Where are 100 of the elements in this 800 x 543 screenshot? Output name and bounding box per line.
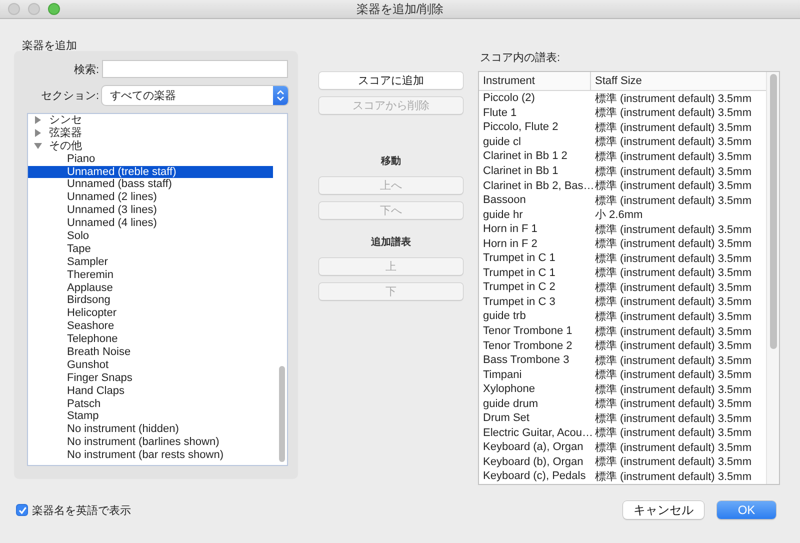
table-cell-text: Horn in F 2 [482,236,538,252]
instrument-item[interactable]: Finger Snaps [28,372,287,385]
table-cell-text: 標準 (instrument default) 3.5mm [594,92,752,106]
table-cell-text: 標準 (instrument default) 3.5mm [594,368,752,382]
table-cell-text: Keyboard (b), Organ [482,454,584,470]
expanded-triangle-icon[interactable] [34,142,42,150]
instrument-item[interactable]: Solo [28,230,287,243]
instrument-item[interactable]: Unnamed (treble staff) [28,166,273,178]
collapsed-triangle-icon[interactable] [34,116,42,124]
table-cell-text: 標準 (instrument default) 3.5mm [594,280,752,295]
table-cell-text: 標準 (instrument default) 3.5mm [594,150,752,164]
table-cell-text: 標準 (instrument default) 3.5mm [594,164,752,178]
stepper-icon[interactable] [273,86,288,104]
close-icon[interactable] [8,3,20,15]
instrument-item[interactable]: Unnamed (4 lines) [28,217,287,230]
table-cell-text: Keyboard (c), Pedals [482,469,587,484]
category-item[interactable]: 弦楽器 [28,126,287,140]
table-cell-text: 標準 (instrument default) 3.5mm [594,266,752,280]
table-cell-text: 標準 (instrument default) 3.5mm [594,354,752,368]
table-cell-text: 標準 (instrument default) 3.5mm [594,426,752,440]
instrument-item[interactable]: No instrument (hidden) [28,423,287,436]
action-button[interactable]: スコアに追加 [319,72,463,89]
table-cell-text: 標準 (instrument default) 3.5mm [594,324,752,338]
table-cell-text: Xylophone [482,382,536,396]
scrollbar-thumb[interactable] [770,74,777,349]
search-field[interactable] [102,60,288,78]
table-cell-text: Drum Set [482,411,530,426]
table-cell-text: Keyboard (a), Organ [482,440,584,455]
instrument-item[interactable]: Gunshot [28,358,287,372]
table-cell-text: 標準 (instrument default) 3.5mm [594,412,752,426]
table-cell-text: Piccolo (2) [482,91,536,106]
table-cell-text: Tenor Trombone 1 [482,324,574,338]
instrument-item[interactable]: Birdsong [28,294,287,308]
table-cell-text: 標準 (instrument default) 3.5mm [594,237,752,252]
instrument-item[interactable]: Theremin [28,268,287,282]
section-label: セクション: [40,88,100,102]
table-cell-text: Trumpet in C 3 [482,294,556,310]
instrument-item[interactable]: Sampler [28,256,287,269]
table-cell-text: Bassoon [482,193,527,208]
category-item[interactable]: シンセ [28,114,287,127]
instrument-item[interactable]: Piano [28,152,287,166]
instrument-item[interactable]: Telephone [28,333,287,346]
column-header[interactable]: Staff Size [591,72,767,90]
instrument-item[interactable]: No instrument (barlines shown) [28,436,287,450]
english-names-checkbox[interactable] [16,504,28,516]
table-cell-text: 小 2.6mm [594,208,644,222]
instrument-item[interactable]: Unnamed (2 lines) [28,191,287,204]
section-heading: 楽器を追加 [22,39,78,51]
instrument-item[interactable]: Tape [28,242,287,256]
table-cell-text: 標準 (instrument default) 3.5mm [594,222,752,236]
table-cell-text: Electric Guitar, Acou… [482,426,591,440]
window-title: 楽器を追加/削除 [356,2,444,16]
table-cell-text: 標準 (instrument default) 3.5mm [594,397,752,412]
instrument-item[interactable]: Hand Claps [28,384,287,398]
table-cell-text: guide drum [482,396,540,412]
table-cell-text: 標準 (instrument default) 3.5mm [594,194,752,208]
table-cell-text: Piccolo, Flute 2 [482,120,560,135]
instrument-item[interactable]: Unnamed (bass staff) [28,178,287,192]
table-cell-text: 標準 (instrument default) 3.5mm [594,440,752,455]
table-cell-text: 標準 (instrument default) 3.5mm [594,252,752,266]
instrument-item[interactable]: Unnamed (3 lines) [28,204,287,218]
group-heading: 移動 [380,154,402,168]
section-dropdown[interactable]: すべての楽器 [102,86,288,104]
table-cell-text: 標準 (instrument default) 3.5mm [594,455,752,470]
table-cell-text: 標準 (instrument default) 3.5mm [594,295,752,310]
instrument-item[interactable]: Helicopter [28,307,287,320]
checkbox-label: 楽器名を英語で表示 [32,504,131,518]
table-cell-text: Bass Trombone 3 [482,353,570,368]
instrument-item[interactable]: Breath Noise [28,346,287,359]
table-cell-text: 標準 (instrument default) 3.5mm [594,120,752,135]
table-cell-text: 標準 (instrument default) 3.5mm [594,310,752,324]
table-cell-text: Trumpet in C 1 [482,251,556,266]
table-cell-text: Clarinet in Bb 1 2 [482,149,568,164]
instrument-item[interactable]: Stamp [28,410,287,424]
minimize-icon[interactable] [28,3,40,15]
column-header[interactable]: Instrument [479,72,591,90]
category-item[interactable]: その他 [28,140,287,153]
group-heading: 追加譜表 [370,235,412,249]
instrument-item[interactable]: No instrument (bar rests shown) [28,449,287,462]
table-cell-text: 標準 (instrument default) 3.5mm [594,470,752,484]
section-heading: スコア内の譜表: [480,50,562,63]
instrument-item[interactable]: Applause [28,282,287,294]
cancel-button[interactable]: キャンセル [623,501,704,519]
scrollbar-thumb[interactable] [279,366,285,462]
table-cell-text: 標準 (instrument default) 3.5mm [594,106,752,120]
table-cell-text: Timpani [482,368,523,382]
instrument-item[interactable]: Patsch [28,398,287,410]
instrument-item[interactable]: Seashore [28,320,287,334]
table-cell-text: 標準 (instrument default) 3.5mm [594,135,752,150]
table-cell-text: Tenor Trombone 2 [482,338,574,353]
table-cell-text: Horn in F 1 [482,222,538,236]
zoom-icon[interactable] [48,3,60,15]
table-cell-text: Flute 1 [482,106,518,120]
table-cell-text: guide trb [482,309,527,324]
table-cell-text: guide hr [482,208,524,222]
table-cell-text: 標準 (instrument default) 3.5mm [594,382,752,396]
collapsed-triangle-icon[interactable] [34,129,42,138]
table-cell-text: guide cl [482,134,522,150]
table-cell-text: 標準 (instrument default) 3.5mm [594,179,752,193]
table-cell-text: 標準 (instrument default) 3.5mm [594,339,752,353]
